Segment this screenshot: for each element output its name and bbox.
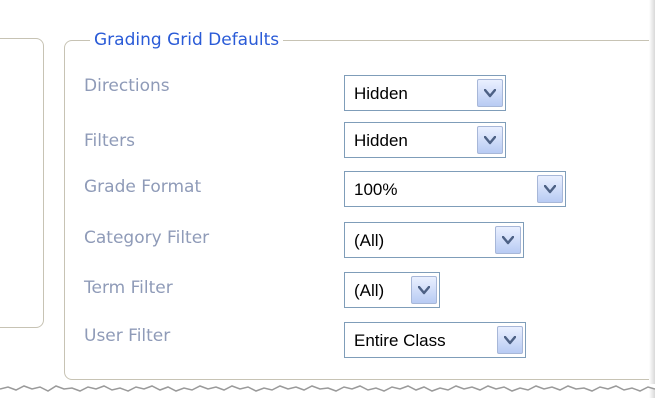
- category-filter-value: (All): [354, 231, 385, 250]
- grade-format-value: 100%: [354, 180, 398, 199]
- torn-edge: [0, 384, 655, 392]
- filters-label: Filters: [84, 131, 135, 151]
- right-shadow: [649, 0, 655, 398]
- directions-select[interactable]: Hidden: [344, 75, 506, 111]
- term-filter-value: (All): [354, 281, 385, 300]
- user-filter-value: Entire Class: [354, 331, 446, 350]
- filters-select[interactable]: Hidden: [344, 122, 506, 158]
- user-filter-select[interactable]: Entire Class: [344, 322, 526, 358]
- chevron-down-icon[interactable]: [495, 226, 521, 254]
- directions-value: Hidden: [354, 84, 408, 103]
- chevron-down-icon[interactable]: [477, 79, 503, 107]
- filters-value: Hidden: [354, 131, 408, 150]
- directions-label: Directions: [84, 76, 170, 96]
- category-filter-label: Category Filter: [84, 228, 210, 248]
- grade-format-select[interactable]: 100%: [344, 171, 566, 207]
- term-filter-label: Term Filter: [84, 278, 173, 298]
- left-panel: [0, 38, 44, 328]
- chevron-down-icon[interactable]: [537, 175, 563, 203]
- chevron-down-icon[interactable]: [477, 126, 503, 154]
- term-filter-select[interactable]: (All): [344, 272, 440, 308]
- grade-format-label: Grade Format: [84, 177, 202, 197]
- user-filter-label: User Filter: [84, 326, 171, 346]
- chevron-down-icon[interactable]: [411, 276, 437, 304]
- category-filter-select[interactable]: (All): [344, 222, 524, 258]
- section-title: Grading Grid Defaults: [90, 28, 284, 52]
- chevron-down-icon[interactable]: [497, 326, 523, 354]
